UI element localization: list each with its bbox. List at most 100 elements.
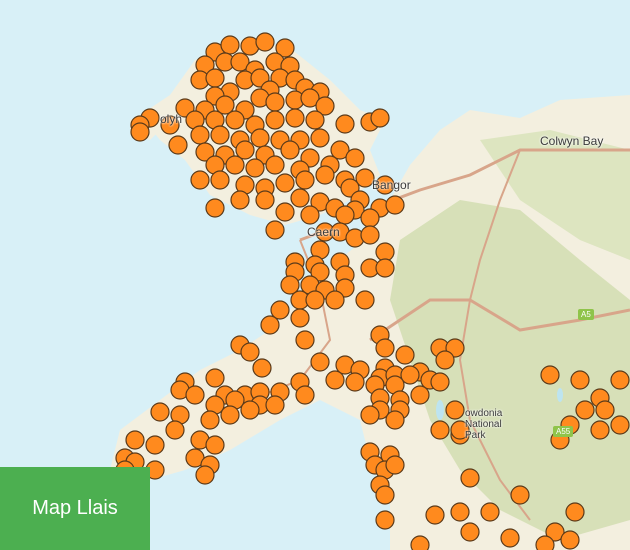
map-marker[interactable] bbox=[305, 110, 325, 130]
map-marker[interactable] bbox=[345, 148, 365, 168]
map-marker[interactable] bbox=[385, 195, 405, 215]
map-marker[interactable] bbox=[480, 502, 500, 522]
map-marker[interactable] bbox=[205, 435, 225, 455]
map-marker[interactable] bbox=[305, 290, 325, 310]
map-marker[interactable] bbox=[145, 435, 165, 455]
map-marker[interactable] bbox=[385, 410, 405, 430]
map-marker[interactable] bbox=[385, 455, 405, 475]
map-marker[interactable] bbox=[360, 208, 380, 228]
map-marker[interactable] bbox=[285, 108, 305, 128]
map-marker[interactable] bbox=[265, 92, 285, 112]
map-marker[interactable] bbox=[150, 402, 170, 422]
map-marker[interactable] bbox=[535, 535, 555, 550]
map-marker[interactable] bbox=[295, 385, 315, 405]
map-marker[interactable] bbox=[375, 242, 395, 262]
map-marker[interactable] bbox=[200, 410, 220, 430]
map-marker[interactable] bbox=[250, 128, 270, 148]
map-marker[interactable] bbox=[430, 372, 450, 392]
map-marker[interactable] bbox=[300, 205, 320, 225]
map-marker[interactable] bbox=[168, 135, 188, 155]
map-marker[interactable] bbox=[290, 188, 310, 208]
map-marker[interactable] bbox=[220, 405, 240, 425]
map-marker[interactable] bbox=[445, 400, 465, 420]
map-marker[interactable] bbox=[325, 370, 345, 390]
map-marker[interactable] bbox=[190, 170, 210, 190]
map-marker[interactable] bbox=[275, 202, 295, 222]
map-marker[interactable] bbox=[560, 530, 580, 550]
map-marker[interactable] bbox=[252, 358, 272, 378]
map-marker[interactable] bbox=[295, 170, 315, 190]
map-marker[interactable] bbox=[360, 225, 380, 245]
map-marker[interactable] bbox=[265, 220, 285, 240]
map-marker[interactable] bbox=[290, 308, 310, 328]
map-marker[interactable] bbox=[355, 290, 375, 310]
map-marker[interactable] bbox=[255, 32, 275, 52]
map-marker[interactable] bbox=[345, 372, 365, 392]
map-marker[interactable] bbox=[265, 110, 285, 130]
map-marker[interactable] bbox=[205, 368, 225, 388]
map-marker[interactable] bbox=[265, 395, 285, 415]
map-marker[interactable] bbox=[205, 198, 225, 218]
map-marker[interactable] bbox=[165, 420, 185, 440]
map-marker[interactable] bbox=[210, 170, 230, 190]
map-marker[interactable] bbox=[595, 400, 615, 420]
label-bangor: Bangor bbox=[372, 178, 411, 192]
map-marker[interactable] bbox=[460, 468, 480, 488]
map-marker[interactable] bbox=[265, 155, 285, 175]
label-snowdonia: owdonia National Park bbox=[465, 408, 503, 441]
map-marker[interactable] bbox=[410, 385, 430, 405]
map-marker[interactable] bbox=[375, 510, 395, 530]
map-marker[interactable] bbox=[575, 400, 595, 420]
map-marker[interactable] bbox=[335, 114, 355, 134]
map-marker[interactable] bbox=[610, 415, 630, 435]
map-marker[interactable] bbox=[565, 502, 585, 522]
map-llais-button[interactable]: Map Llais bbox=[0, 467, 150, 550]
map-marker[interactable] bbox=[255, 190, 275, 210]
map-marker[interactable] bbox=[375, 338, 395, 358]
map-marker[interactable] bbox=[570, 370, 590, 390]
map-marker[interactable] bbox=[335, 205, 355, 225]
map-marker[interactable] bbox=[225, 110, 245, 130]
road-badge-a55: A55 bbox=[553, 426, 574, 437]
map-marker[interactable] bbox=[370, 108, 390, 128]
map-marker[interactable] bbox=[375, 485, 395, 505]
map-marker[interactable] bbox=[310, 128, 330, 148]
map-marker[interactable] bbox=[240, 400, 260, 420]
map-marker[interactable] bbox=[205, 68, 225, 88]
map-marker[interactable] bbox=[210, 125, 230, 145]
map-marker[interactable] bbox=[435, 350, 455, 370]
map-marker[interactable] bbox=[410, 535, 430, 550]
map-marker[interactable] bbox=[185, 385, 205, 405]
map-marker[interactable] bbox=[540, 365, 560, 385]
map-marker[interactable] bbox=[450, 502, 470, 522]
map-marker[interactable] bbox=[325, 290, 345, 310]
map-marker[interactable] bbox=[590, 420, 610, 440]
map-marker[interactable] bbox=[280, 140, 300, 160]
map-marker[interactable] bbox=[125, 430, 145, 450]
lake bbox=[557, 388, 563, 402]
map-marker[interactable] bbox=[130, 122, 150, 142]
map-marker[interactable] bbox=[460, 522, 480, 542]
map-marker[interactable] bbox=[375, 258, 395, 278]
map-marker[interactable] bbox=[395, 345, 415, 365]
map-marker[interactable] bbox=[315, 165, 335, 185]
map-marker[interactable] bbox=[425, 505, 445, 525]
map-marker[interactable] bbox=[500, 528, 520, 548]
map-marker[interactable] bbox=[430, 420, 450, 440]
label-caernarfon: Caern bbox=[307, 225, 340, 239]
map-marker[interactable] bbox=[260, 315, 280, 335]
map-marker[interactable] bbox=[245, 158, 265, 178]
road-badge-a5: A5 bbox=[578, 309, 594, 320]
map-marker[interactable] bbox=[295, 330, 315, 350]
map-marker[interactable] bbox=[195, 465, 215, 485]
map-marker[interactable] bbox=[360, 405, 380, 425]
map-marker[interactable] bbox=[610, 370, 630, 390]
map-marker[interactable] bbox=[240, 342, 260, 362]
map-marker[interactable] bbox=[275, 173, 295, 193]
map-marker[interactable] bbox=[230, 190, 250, 210]
map-marker[interactable] bbox=[310, 352, 330, 372]
map-marker[interactable] bbox=[220, 35, 240, 55]
map-marker[interactable] bbox=[510, 485, 530, 505]
map-marker[interactable] bbox=[225, 155, 245, 175]
map-marker[interactable] bbox=[190, 125, 210, 145]
